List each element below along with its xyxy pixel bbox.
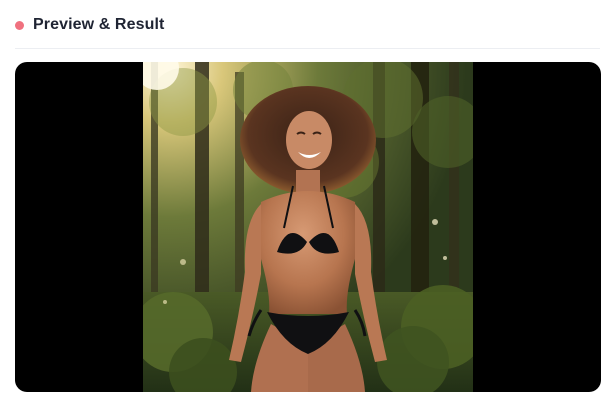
preview-area[interactable]	[15, 62, 601, 392]
section-header: Preview & Result	[15, 14, 164, 36]
section-title: Preview & Result	[33, 16, 165, 33]
header-divider	[15, 48, 600, 49]
result-image[interactable]	[143, 62, 473, 392]
status-dot-icon	[15, 20, 24, 30]
preview-result-panel: Preview & Result	[0, 0, 615, 408]
